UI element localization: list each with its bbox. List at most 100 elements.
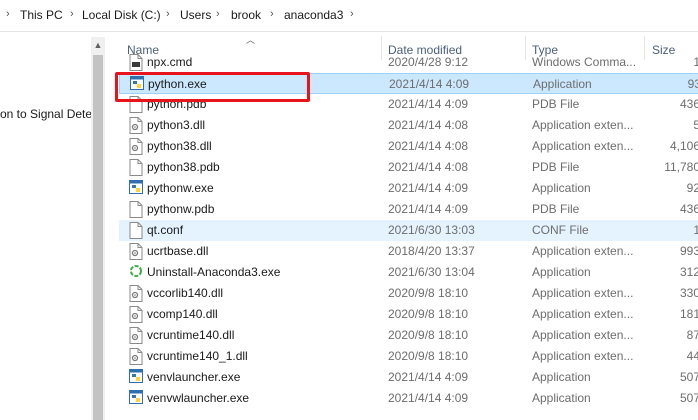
file-date-modified: 2020/4/28 9:12	[388, 55, 469, 69]
file-name: npx.cmd	[147, 55, 193, 69]
file-type: Application	[532, 370, 591, 384]
file-row[interactable]: Uninstall-Anaconda3.exe 2021/6/30 13:04 Ap…	[119, 262, 698, 283]
file-size: 181	[679, 307, 698, 321]
file-name: vcomp140.dll	[147, 307, 218, 321]
dll-icon	[129, 348, 143, 365]
address-bar[interactable]: › This PC › Local Disk (C:) › Users › br…	[0, 0, 698, 32]
chevron-right-icon[interactable]: ›	[216, 8, 220, 20]
scroll-up-arrow-icon[interactable]: ▲	[93, 37, 103, 53]
chevron-right-icon[interactable]: ›	[350, 8, 354, 20]
file-type: Application	[532, 181, 591, 195]
dll-icon	[129, 306, 143, 323]
python-exe-icon	[129, 390, 143, 407]
file-date-modified: 2021/6/30 13:04	[388, 265, 475, 279]
file-date-modified: 2021/4/14 4:08	[388, 160, 469, 174]
chevron-right-icon[interactable]: ›	[70, 8, 74, 20]
nav-item[interactable]: on to Signal Dete	[0, 107, 92, 121]
file-size: 993	[679, 244, 698, 258]
file-size: 92	[686, 181, 698, 195]
file-size: 436	[679, 202, 698, 216]
python-exe-icon	[129, 369, 143, 386]
file-type: PDB File	[532, 160, 580, 174]
file-row[interactable]: venvwlauncher.exe 2021/4/14 4:09 Applicati…	[119, 388, 698, 409]
file-type: Application exten...	[532, 328, 634, 342]
file-date-modified: 2020/9/8 18:10	[388, 286, 469, 300]
file-row[interactable]: npx.cmd 2020/4/28 9:12 Windows Comma... 1	[119, 52, 698, 73]
file-type: Application exten...	[532, 118, 634, 132]
file-row[interactable]: vcruntime140_1.dll 2020/9/8 18:10 Applicat…	[119, 346, 698, 367]
file-size: 44	[686, 349, 698, 363]
file-date-modified: 2020/9/8 18:10	[388, 328, 469, 342]
file-name: venvwlauncher.exe	[147, 391, 250, 405]
file-size: 436	[679, 97, 698, 111]
file-name: vcruntime140.dll	[147, 328, 235, 342]
file-name: Uninstall-Anaconda3.exe	[147, 265, 281, 279]
dll-icon	[129, 327, 143, 344]
sort-ascending-icon: ︿	[246, 35, 256, 45]
file-name: python38.dll	[147, 139, 212, 153]
file-size: 93	[687, 77, 698, 91]
file-name: qt.conf	[147, 223, 184, 237]
file-date-modified: 2020/9/8 18:10	[388, 349, 469, 363]
file-type: Application exten...	[532, 286, 634, 300]
breadcrumb-this-pc[interactable]: This PC	[20, 8, 63, 22]
file-row[interactable]: pythonw.exe 2021/4/14 4:09 Application 92	[119, 178, 698, 199]
file-type: Application exten...	[532, 307, 634, 321]
file-type: Application	[532, 265, 591, 279]
file-date-modified: 2021/4/14 4:09	[388, 202, 469, 216]
navigation-pane: on to Signal Dete	[0, 32, 92, 420]
file-date-modified: 2021/4/14 4:09	[388, 97, 469, 111]
file-date-modified: 2021/6/30 13:03	[388, 223, 475, 237]
file-type: Application	[533, 77, 592, 91]
file-name: ucrtbase.dll	[147, 244, 209, 258]
file-type: Windows Comma...	[532, 55, 637, 69]
file-type: PDB File	[532, 202, 580, 216]
file-row[interactable]: vccorlib140.dll 2020/9/8 18:10 Application…	[119, 283, 698, 304]
file-date-modified: 2021/4/14 4:09	[389, 77, 470, 91]
file-size: 4,106	[669, 139, 698, 153]
file-date-modified: 2021/4/14 4:09	[388, 181, 469, 195]
file-row[interactable]: python38.dll 2021/4/14 4:08 Application ex…	[119, 136, 698, 157]
file-date-modified: 2018/4/20 13:37	[388, 244, 475, 258]
file-name: vccorlib140.dll	[147, 286, 224, 300]
file-size: 330	[679, 286, 698, 300]
file-type: Application exten...	[532, 349, 634, 363]
file-row[interactable]: ucrtbase.dll 2018/4/20 13:37 Application e…	[119, 241, 698, 262]
dll-icon	[129, 138, 143, 155]
file-name: vcruntime140_1.dll	[147, 349, 248, 363]
file-row[interactable]: vcruntime140.dll 2020/9/8 18:10 Applicatio…	[119, 325, 698, 346]
python-exe-icon	[129, 180, 143, 197]
chevron-right-icon[interactable]: ›	[270, 8, 274, 20]
file-date-modified: 2021/4/14 4:08	[388, 139, 469, 153]
highlight-annotation-box	[115, 72, 310, 102]
file-row[interactable]: python3.dll 2021/4/14 4:08 Application ext…	[119, 115, 698, 136]
file-size: 507	[679, 391, 698, 405]
file-type: Application exten...	[532, 139, 634, 153]
file-name: python3.dll	[147, 118, 206, 132]
file-icon	[129, 201, 143, 218]
scrollbar-thumb[interactable]	[93, 55, 103, 420]
breadcrumb-brook[interactable]: brook	[231, 8, 261, 22]
file-name: pythonw.pdb	[147, 202, 215, 216]
breadcrumb-anaconda3[interactable]: anaconda3	[284, 8, 343, 22]
file-row[interactable]: venvlauncher.exe 2021/4/14 4:09 Applicatio…	[119, 367, 698, 388]
dll-icon	[129, 243, 143, 260]
file-date-modified: 2021/4/14 4:08	[388, 118, 469, 132]
file-size: 507	[679, 370, 698, 384]
breadcrumb-users[interactable]: Users	[180, 8, 211, 22]
file-type: Application exten...	[532, 244, 634, 258]
file-type: PDB File	[532, 97, 580, 111]
breadcrumb-local-disk[interactable]: Local Disk (C:)	[82, 8, 161, 22]
file-date-modified: 2020/9/8 18:10	[388, 307, 469, 321]
file-row[interactable]: python38.pdb 2021/4/14 4:08 PDB File 11,780	[119, 157, 698, 178]
navigation-scrollbar[interactable]: ▲	[91, 37, 105, 420]
file-size: 312	[679, 265, 698, 279]
file-size: 87	[686, 328, 698, 342]
chevron-right-icon[interactable]: ›	[166, 8, 170, 20]
file-row[interactable]: vcomp140.dll 2020/9/8 18:10 Application ex…	[119, 304, 698, 325]
file-row[interactable]: pythonw.pdb 2021/4/14 4:09 PDB File 436	[119, 199, 698, 220]
file-date-modified: 2021/4/14 4:09	[388, 370, 469, 384]
file-row[interactable]: qt.conf 2021/6/30 13:03 CONF File 1	[119, 220, 698, 241]
file-name: pythonw.exe	[147, 181, 214, 195]
cmd-file-icon	[129, 54, 143, 71]
